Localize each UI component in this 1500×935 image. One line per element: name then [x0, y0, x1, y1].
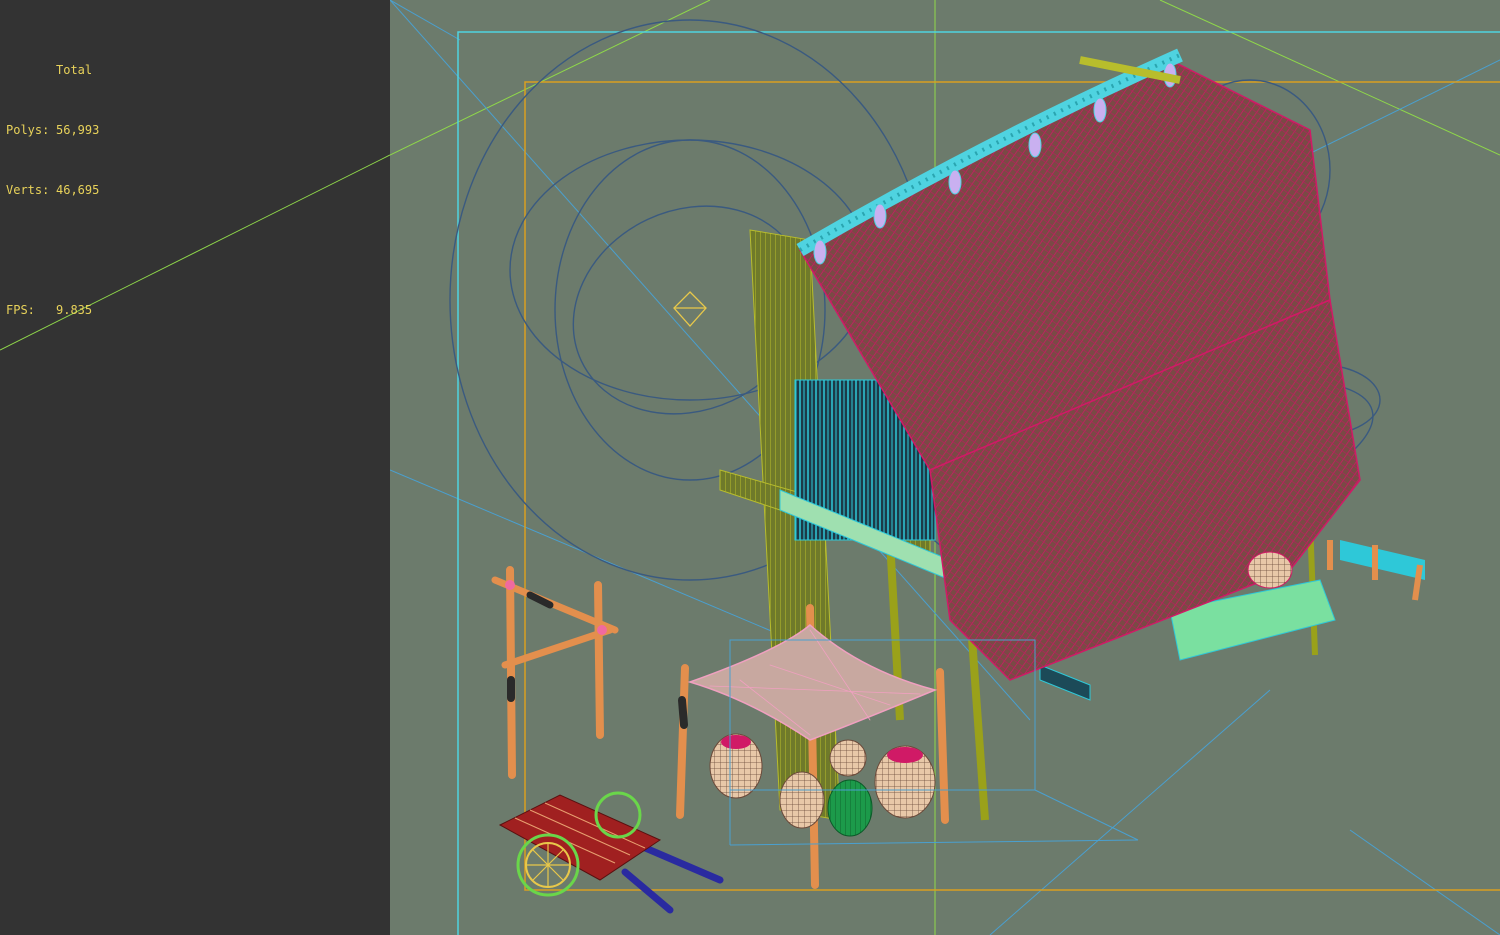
viewport-statistics: Total Polys: 56,993 Verts: 46,695 FPS: 9.83…	[6, 20, 99, 360]
polys-label: Polys:	[6, 123, 50, 137]
fps-row: FPS: 9.835	[6, 300, 99, 320]
verts-value: 46,695	[56, 183, 100, 197]
polys-row: Polys: 56,993	[6, 120, 99, 140]
light-icon-1	[673, 291, 707, 327]
stats-spacer	[6, 240, 99, 260]
hand-cart	[498, 791, 724, 914]
fps-label: FPS:	[6, 303, 35, 317]
drying-rack	[491, 566, 619, 779]
verts-row: Verts: 46,695	[6, 180, 99, 200]
verts-label: Verts:	[6, 183, 50, 197]
viewport-scene[interactable]	[390, 0, 1500, 935]
stats-header: Total	[56, 63, 93, 77]
perspective-viewport[interactable]	[390, 0, 1500, 935]
polys-value: 56,993	[56, 123, 100, 137]
fps-value: 9.835	[56, 303, 93, 317]
stats-panel: Total Polys: 56,993 Verts: 46,695 FPS: 9.83…	[0, 0, 390, 935]
